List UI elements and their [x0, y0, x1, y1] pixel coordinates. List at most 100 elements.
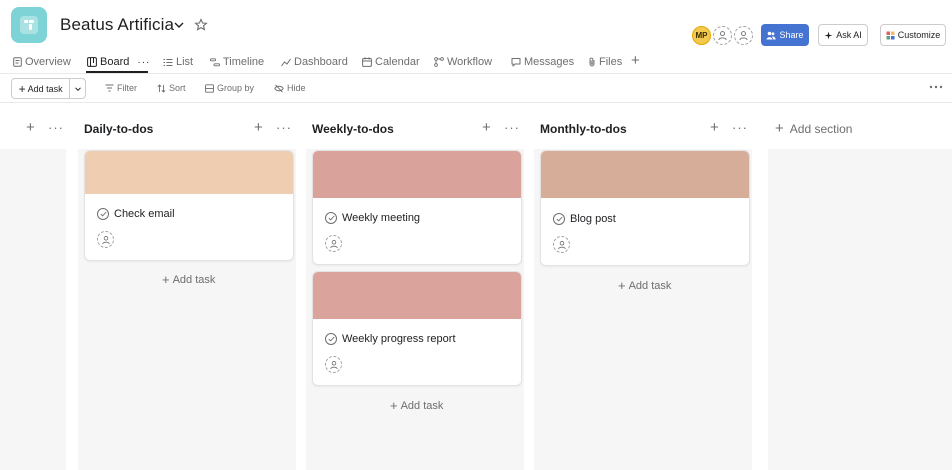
assignee-avatar[interactable]: [325, 235, 342, 252]
timeline-icon: [210, 57, 220, 66]
tab-timeline[interactable]: Timeline: [210, 54, 264, 70]
assignee-avatar[interactable]: [97, 231, 114, 248]
member-placeholder-avatar[interactable]: [713, 26, 732, 45]
add-tab-button[interactable]: +: [631, 52, 640, 70]
tab-files[interactable]: Files: [588, 54, 622, 70]
task-card[interactable]: Weekly meeting: [312, 150, 522, 265]
share-button[interactable]: Share: [761, 24, 809, 46]
sort-label: Sort: [169, 83, 186, 93]
tab-calendar[interactable]: Calendar: [362, 54, 420, 70]
card-cover: [313, 272, 521, 319]
group-icon: [205, 83, 214, 93]
add-section-label: Add section: [789, 122, 853, 136]
customize-label: Customize: [897, 30, 941, 40]
tab-label: Overview: [25, 56, 71, 68]
column-title[interactable]: Monthly-to-dos: [540, 122, 627, 136]
plus-icon: +: [775, 120, 784, 137]
partial-column: [0, 149, 66, 470]
hide-button[interactable]: Hide: [274, 83, 306, 93]
star-icon[interactable]: [194, 18, 208, 32]
task-card[interactable]: Weekly progress report: [312, 271, 522, 386]
sparkle-icon: [824, 31, 833, 39]
card-title-row: Weekly meeting: [325, 212, 420, 224]
filter-icon: [105, 84, 114, 92]
plus-icon: +: [18, 81, 26, 96]
tab-label: Workflow: [447, 56, 493, 68]
assignee-avatar[interactable]: [553, 236, 570, 253]
member-placeholder-avatar[interactable]: [734, 26, 753, 45]
column-more-icon[interactable]: ···: [732, 121, 748, 134]
user-icon: [739, 31, 748, 41]
messages-icon: [511, 58, 521, 67]
check-circle-icon[interactable]: [97, 208, 109, 220]
tab-more-icon[interactable]: ···: [137, 57, 150, 68]
check-circle-icon[interactable]: [325, 333, 337, 345]
column-title[interactable]: Weekly-to-dos: [312, 122, 394, 136]
column-more-icon[interactable]: ···: [276, 121, 292, 134]
add-task-label: Add task: [400, 400, 444, 412]
add-card-icon[interactable]: +: [26, 120, 35, 136]
board-toolbar: + Add task Filter Sort Group by Hide: [0, 75, 952, 103]
add-task-label: Add task: [172, 274, 216, 286]
customize-button[interactable]: Customize: [880, 24, 946, 46]
paperclip-icon: [589, 57, 595, 67]
column-more-icon[interactable]: ···: [504, 121, 520, 134]
filter-button[interactable]: Filter: [105, 83, 137, 93]
tab-label: Timeline: [223, 56, 265, 68]
tab-overview[interactable]: Overview: [13, 54, 71, 70]
task-title[interactable]: Weekly meeting: [342, 212, 420, 224]
task-title[interactable]: Weekly progress report: [342, 333, 456, 345]
card-title-row: Check email: [97, 208, 175, 220]
add-task-button[interactable]: + Add task: [12, 79, 71, 98]
plus-icon: +: [618, 278, 626, 293]
card-cover: [85, 151, 293, 194]
column-add-task[interactable]: + Add task: [162, 273, 216, 286]
user-icon: [329, 360, 338, 369]
board-icon: [20, 16, 38, 34]
add-card-icon[interactable]: +: [254, 120, 263, 136]
task-card[interactable]: Blog post: [540, 150, 750, 266]
sort-button[interactable]: Sort: [157, 83, 186, 93]
chevron-down-icon[interactable]: [172, 18, 186, 32]
task-card[interactable]: Check email: [84, 150, 294, 261]
add-card-icon[interactable]: +: [710, 120, 719, 136]
column-title[interactable]: Daily-to-dos: [84, 122, 153, 136]
tab-workflow[interactable]: Workflow: [434, 54, 492, 70]
tab-list[interactable]: List: [163, 54, 193, 70]
user-icon: [718, 31, 727, 41]
ask-ai-button[interactable]: Ask AI: [818, 24, 868, 46]
check-circle-icon[interactable]: [553, 213, 565, 225]
board-area: + ··· Daily-to-dos + ··· Check email + A…: [0, 104, 952, 470]
task-title[interactable]: Check email: [114, 208, 175, 220]
more-options-icon[interactable]: [929, 85, 943, 89]
sort-icon: [157, 83, 166, 93]
tab-dashboard[interactable]: Dashboard: [281, 54, 348, 70]
task-title[interactable]: Blog post: [570, 213, 616, 225]
add-section-button[interactable]: + Add section: [775, 120, 853, 137]
project-header: Beatus Artificia MP Share Ask AI Customi…: [0, 0, 952, 50]
eye-off-icon: [274, 83, 284, 93]
view-tabs: Overview Board ··· List Timeline Dashboa…: [0, 50, 952, 74]
check-circle-icon[interactable]: [325, 212, 337, 224]
project-icon[interactable]: [11, 7, 47, 43]
tab-board[interactable]: Board ···: [87, 54, 150, 70]
user-icon: [329, 239, 338, 248]
member-avatar[interactable]: MP: [692, 26, 711, 45]
add-card-icon[interactable]: +: [482, 120, 491, 136]
add-task-label: Add task: [628, 280, 672, 292]
people-icon: [766, 31, 777, 39]
column-more-icon[interactable]: ···: [48, 121, 64, 134]
card-cover: [313, 151, 521, 198]
user-icon: [557, 240, 566, 249]
tab-messages[interactable]: Messages: [511, 54, 574, 70]
assignee-avatar[interactable]: [325, 356, 342, 373]
tab-label: Messages: [524, 56, 575, 68]
tab-label: Calendar: [375, 56, 420, 68]
add-task-dropdown[interactable]: [70, 79, 85, 98]
column-add-task[interactable]: + Add task: [618, 278, 672, 293]
add-task-label: Add task: [27, 83, 63, 94]
tab-label: Files: [599, 56, 623, 68]
group-by-button[interactable]: Group by: [205, 83, 254, 93]
column-add-task[interactable]: + Add task: [390, 399, 444, 412]
project-title[interactable]: Beatus Artificia: [60, 15, 174, 35]
